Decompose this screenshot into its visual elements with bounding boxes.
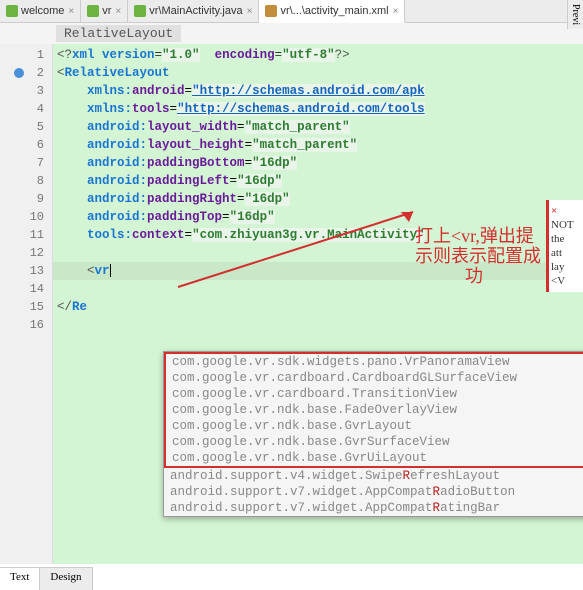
autocomplete-popup[interactable]: com.google.vr.sdk.widgets.pano.VrPanoram… [163, 351, 583, 517]
close-icon[interactable]: × [247, 6, 253, 17]
editor-tabs: welcome× vr× vr\MainActivity.java× vr\..… [0, 0, 583, 23]
autocomplete-item[interactable]: com.google.vr.cardboard.CardboardGLSurfa… [166, 370, 583, 386]
line-gutter: 1 2 3 4 5 6 7 8 9 10 11 12 13 14 15 16 [0, 44, 53, 564]
breadcrumb[interactable]: RelativeLayout [0, 23, 583, 44]
autocomplete-item[interactable]: com.google.vr.ndk.base.FadeOverlayView [166, 402, 583, 418]
breakpoint-icon[interactable] [14, 68, 24, 78]
close-icon[interactable]: × [551, 204, 581, 218]
autocomplete-vr-group: com.google.vr.sdk.widgets.pano.VrPanoram… [164, 352, 583, 468]
tab-design[interactable]: Design [40, 568, 92, 590]
close-icon[interactable]: × [393, 6, 399, 17]
autocomplete-other-group: android.support.v4.widget.SwipeRefreshLa… [164, 468, 583, 516]
xml-icon [265, 5, 277, 17]
code-area[interactable]: <?xml version="1.0" encoding="utf-8"?> <… [53, 44, 583, 564]
tab-vr[interactable]: vr× [81, 0, 128, 22]
code-editor[interactable]: 1 2 3 4 5 6 7 8 9 10 11 12 13 14 15 16 <… [0, 44, 583, 564]
side-hint-panel: × NOT the att lay <V [546, 200, 583, 292]
bottom-tabs: Text Design [0, 567, 93, 590]
autocomplete-item[interactable]: android.support.v4.widget.SwipeRefreshLa… [164, 468, 583, 484]
close-icon[interactable]: × [115, 6, 121, 17]
text-cursor [110, 264, 111, 277]
autocomplete-item[interactable]: com.google.vr.cardboard.TransitionView [166, 386, 583, 402]
autocomplete-item[interactable]: com.google.vr.ndk.base.GvrLayout [166, 418, 583, 434]
autocomplete-item[interactable]: android.support.v7.widget.AppCompatRadio… [164, 484, 583, 500]
java-icon [6, 5, 18, 17]
close-icon[interactable]: × [68, 6, 74, 17]
java-icon [134, 5, 146, 17]
preview-panel-tab[interactable]: Previ [567, 0, 583, 29]
tab-activity-main-xml[interactable]: vr\...\activity_main.xml× [259, 0, 405, 23]
tab-welcome[interactable]: welcome× [0, 0, 81, 22]
autocomplete-item[interactable]: com.google.vr.sdk.widgets.pano.VrPanoram… [166, 354, 583, 370]
java-icon [87, 5, 99, 17]
tab-text[interactable]: Text [0, 568, 40, 590]
autocomplete-item[interactable]: android.support.v7.widget.AppCompatRatin… [164, 500, 583, 516]
autocomplete-item[interactable]: com.google.vr.ndk.base.GvrSurfaceView [166, 434, 583, 450]
tab-mainactivity[interactable]: vr\MainActivity.java× [128, 0, 259, 22]
autocomplete-item[interactable]: com.google.vr.ndk.base.GvrUiLayout [166, 450, 583, 466]
